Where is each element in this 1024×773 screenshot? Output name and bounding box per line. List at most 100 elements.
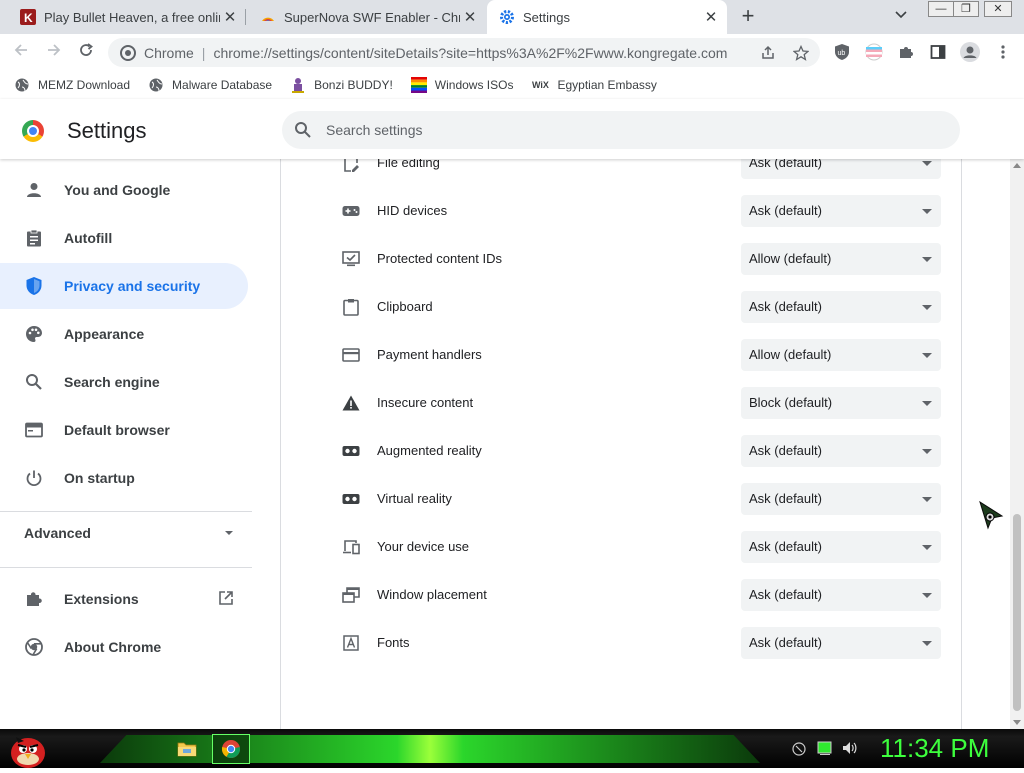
clipboard-icon (23, 227, 45, 249)
bookmark-egyptian-embassy[interactable]: WiX Egyptian Embassy (531, 77, 657, 93)
tab-supernova[interactable]: SuperNova SWF Enabler - Chrom ✕ (246, 0, 486, 34)
extensions-puzzle-icon[interactable] (896, 42, 916, 62)
sidebar-item-label: Privacy and security (64, 278, 201, 294)
taskbar-file-explorer[interactable] (168, 734, 206, 764)
supernova-icon (260, 9, 276, 25)
page-scrollbar[interactable] (1010, 159, 1024, 729)
bookmark-star-icon[interactable] (792, 44, 810, 65)
chrome-page-icon (120, 44, 136, 61)
extension-flag-icon[interactable] (864, 42, 884, 62)
caret-down-icon (922, 449, 932, 454)
permission-label: Your device use (377, 539, 470, 554)
sidebar-item-privacy-and-security[interactable]: Privacy and security (0, 263, 248, 309)
tray-volume-icon[interactable] (842, 741, 858, 758)
tray-battery-icon[interactable] (817, 741, 833, 758)
sidebar-item-search-engine[interactable]: Search engine (0, 359, 248, 405)
close-icon[interactable]: ✕ (460, 8, 480, 26)
bookmark-label: Malware Database (172, 78, 273, 92)
sidebar-item-label: Autofill (64, 230, 113, 246)
kongregate-icon: K (20, 9, 36, 25)
permission-label: Clipboard (377, 299, 433, 314)
tab-search-chevron-icon[interactable] (894, 9, 908, 23)
select-value: Ask (default) (749, 299, 822, 314)
sidebar-item-default-browser[interactable]: Default browser (0, 407, 248, 453)
permission-row-your-device-use: Your device use Ask (default) (281, 523, 961, 571)
site-permissions-list: File editing Ask (default) HID devices A… (280, 159, 962, 729)
sidebar-advanced-toggle[interactable]: Advanced (24, 525, 234, 541)
sidebar-item-label: Extensions (64, 591, 139, 607)
permission-select[interactable]: Block (default) (741, 387, 941, 419)
ublock-icon[interactable]: ub (832, 42, 852, 62)
menu-kebab-icon[interactable] (993, 42, 1013, 62)
sidebar-item-appearance[interactable]: Appearance (0, 311, 248, 357)
caret-down-icon (922, 353, 932, 358)
taskbar-clock[interactable]: 11:34 PM (880, 733, 989, 764)
permission-select[interactable]: Ask (default) (741, 291, 941, 323)
puzzle-icon (23, 588, 45, 610)
bookmark-bonzi-buddy[interactable]: Bonzi BUDDY! (290, 77, 393, 93)
shield-icon (23, 275, 45, 297)
scroll-down-arrow-icon[interactable] (1013, 720, 1021, 725)
close-icon[interactable]: ✕ (220, 8, 240, 26)
forward-button[interactable] (43, 42, 65, 64)
permission-select[interactable]: Ask (default) (741, 159, 941, 179)
sidebar-item-on-startup[interactable]: On startup (0, 455, 248, 501)
start-button[interactable] (4, 729, 48, 768)
permission-row-virtual-reality: Virtual reality Ask (default) (281, 475, 961, 523)
share-icon[interactable] (760, 45, 776, 65)
sidebar-item-you-and-google[interactable]: You and Google (0, 167, 248, 213)
new-tab-button[interactable]: + (736, 5, 760, 29)
tab-title: SuperNova SWF Enabler - Chrom (284, 9, 460, 25)
caret-down-icon (922, 545, 932, 550)
windows-flag-icon (410, 77, 427, 93)
reload-button[interactable] (75, 42, 97, 64)
permission-select[interactable]: Ask (default) (741, 627, 941, 659)
minimize-button[interactable]: — (928, 1, 954, 17)
profile-avatar-icon[interactable] (960, 42, 980, 62)
scroll-up-arrow-icon[interactable] (1013, 163, 1021, 168)
bookmark-windows-isos[interactable]: Windows ISOs (410, 77, 513, 93)
permission-label: Window placement (377, 587, 487, 602)
permission-select[interactable]: Allow (default) (741, 339, 941, 371)
permission-row-insecure-content: Insecure content Block (default) (281, 379, 961, 427)
taskbar-chrome[interactable] (212, 734, 250, 764)
sidebar-item-label: Appearance (64, 326, 145, 342)
restore-button[interactable]: ❐ (953, 1, 979, 17)
gamepad-icon (342, 202, 360, 220)
search-input[interactable]: Search settings (282, 111, 960, 149)
tab-kongregate[interactable]: K Play Bullet Heaven, a free online ✕ (0, 0, 246, 34)
bookmark-malware-database[interactable]: Malware Database (148, 77, 272, 93)
select-value: Ask (default) (749, 443, 822, 458)
select-value: Ask (default) (749, 491, 822, 506)
scrollbar-thumb[interactable] (1013, 514, 1021, 711)
select-value: Allow (default) (749, 251, 832, 266)
permission-select[interactable]: Ask (default) (741, 483, 941, 515)
permission-select[interactable]: Ask (default) (741, 531, 941, 563)
search-icon (23, 371, 45, 393)
bookmarks-bar: MEMZ Download Malware Database Bonzi BUD… (0, 71, 1024, 99)
permission-select[interactable]: Allow (default) (741, 243, 941, 275)
search-placeholder: Search settings (326, 122, 423, 138)
address-bar[interactable]: Chrome | chrome://settings/content/siteD… (108, 38, 820, 67)
warning-icon (342, 394, 360, 412)
clipboard-icon (342, 298, 360, 316)
bookmark-label: Bonzi BUDDY! (314, 78, 393, 92)
caret-down-icon (922, 593, 932, 598)
permission-select[interactable]: Ask (default) (741, 195, 941, 227)
close-window-button[interactable]: ✕ (984, 1, 1012, 17)
browser-toolbar: Chrome | chrome://settings/content/siteD… (0, 34, 1024, 71)
permission-select[interactable]: Ask (default) (741, 435, 941, 467)
permission-select[interactable]: Ask (default) (741, 579, 941, 611)
omnibox-chip: Chrome (144, 44, 194, 61)
back-button[interactable] (10, 42, 32, 64)
close-icon[interactable]: ✕ (701, 8, 721, 26)
url-text[interactable]: chrome://settings/content/siteDetails?si… (213, 45, 727, 61)
sidebar-item-extensions[interactable]: Extensions (0, 576, 252, 622)
side-panel-icon[interactable] (928, 42, 948, 62)
sidebar-item-about-chrome[interactable]: About Chrome (0, 624, 248, 670)
sidebar-item-autofill[interactable]: Autofill (0, 215, 248, 261)
tray-network-icon[interactable] (792, 742, 806, 759)
tab-settings[interactable]: Settings ✕ (487, 0, 727, 34)
vr-headset-icon (342, 442, 360, 460)
bookmark-memz[interactable]: MEMZ Download (14, 77, 130, 93)
